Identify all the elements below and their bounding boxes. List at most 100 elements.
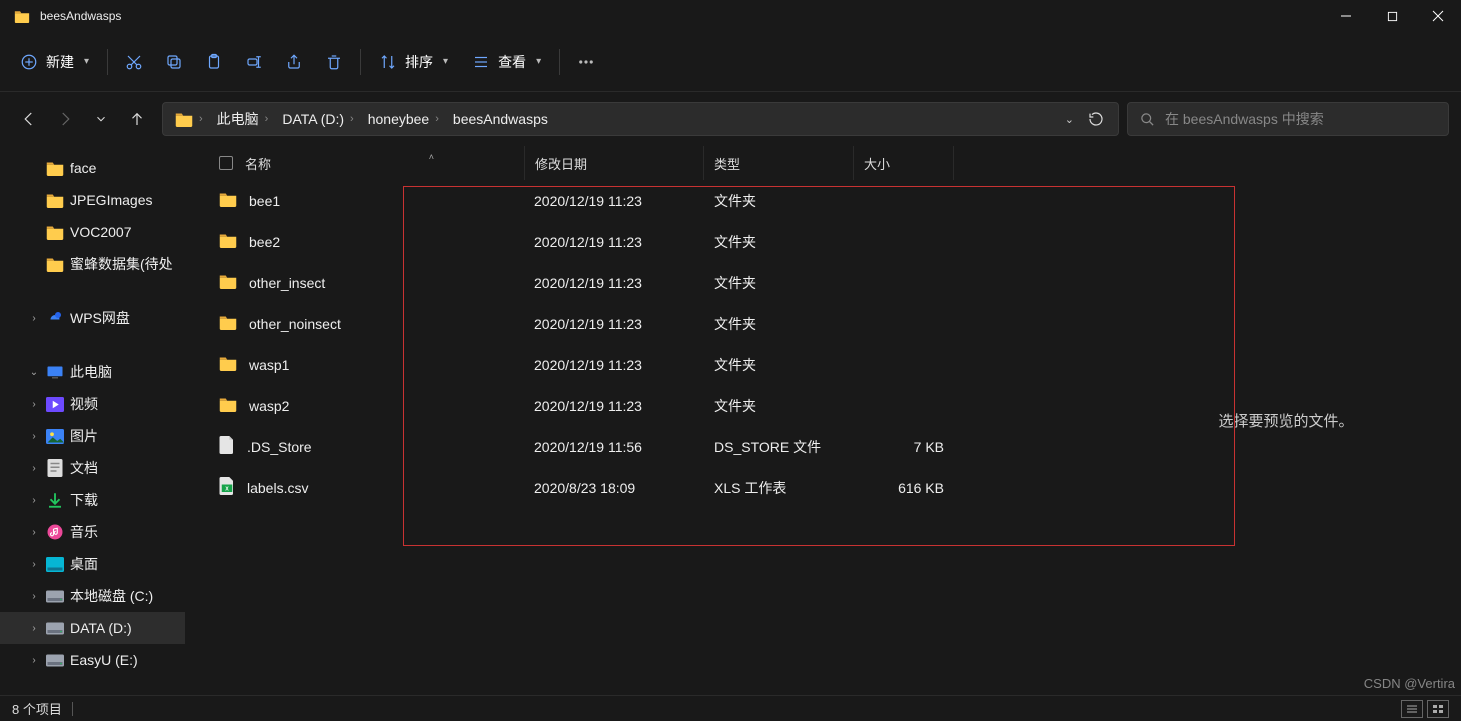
sort-indicator-icon: ˄ xyxy=(429,152,434,162)
file-date: 2020/12/19 11:23 xyxy=(524,234,704,250)
sidebar-item[interactable]: ›DATA (D:) xyxy=(0,612,185,644)
file-type: 文件夹 xyxy=(704,396,854,416)
cut-icon[interactable] xyxy=(114,42,154,82)
file-name: bee1 xyxy=(249,193,280,209)
file-name: .DS_Store xyxy=(247,439,312,455)
file-type: DS_STORE 文件 xyxy=(704,437,854,457)
sidebar-item[interactable]: ⌄此电脑 xyxy=(0,356,185,388)
sidebar-item[interactable]: face xyxy=(0,152,185,184)
file-row[interactable]: other_noinsect2020/12/19 11:23文件夹 xyxy=(185,303,1111,344)
pic-icon xyxy=(46,427,64,445)
sort-label: 排序 xyxy=(405,52,433,72)
sidebar[interactable]: faceJPEGImagesVOC2007蜜蜂数据集(待处›WPS网盘⌄此电脑›… xyxy=(0,146,185,695)
file-row[interactable]: Xlabels.csv2020/8/23 18:09XLS 工作表616 KB xyxy=(185,467,1111,508)
search-input[interactable]: 在 beesAndwasps 中搜索 xyxy=(1127,102,1449,136)
sidebar-item[interactable]: ›下载 xyxy=(0,484,185,516)
sidebar-item-label: 桌面 xyxy=(70,554,98,574)
new-label: 新建 xyxy=(46,52,74,72)
chevron-down-icon[interactable]: ⌄ xyxy=(1065,113,1074,126)
sidebar-item[interactable]: ›图片 xyxy=(0,420,185,452)
file-row[interactable]: .DS_Store 2020/12/19 11:56DS_STORE 文件7 KB xyxy=(185,426,1111,467)
column-date[interactable]: 修改日期 xyxy=(524,146,704,180)
video-icon xyxy=(46,395,64,413)
folder-icon xyxy=(46,191,64,209)
sidebar-item-label: 蜜蜂数据集(待处 xyxy=(70,254,173,274)
up-button[interactable] xyxy=(120,102,154,136)
breadcrumb-seg[interactable]: honeybee› xyxy=(362,103,447,135)
sidebar-item[interactable]: VOC2007 xyxy=(0,216,185,248)
chevron-down-icon: ▾ xyxy=(536,56,541,67)
breadcrumb-seg[interactable]: 此电脑› xyxy=(211,103,277,135)
divider xyxy=(107,49,108,75)
folder-icon xyxy=(219,397,237,415)
file-date: 2020/12/19 11:23 xyxy=(524,193,704,209)
share-icon[interactable] xyxy=(274,42,314,82)
file-row[interactable]: wasp22020/12/19 11:23文件夹 xyxy=(185,385,1111,426)
desk-icon xyxy=(46,555,64,573)
sidebar-item[interactable]: ›本地磁盘 (C:) xyxy=(0,580,185,612)
back-button[interactable] xyxy=(12,102,46,136)
drive-icon xyxy=(46,619,64,637)
file-date: 2020/12/19 11:23 xyxy=(524,316,704,332)
file-row[interactable]: other_insect2020/12/19 11:23文件夹 xyxy=(185,262,1111,303)
sidebar-item[interactable]: ›音乐 xyxy=(0,516,185,548)
paste-icon[interactable] xyxy=(194,42,234,82)
address-bar[interactable]: › 此电脑› DATA (D:)› honeybee› beesAndwasps… xyxy=(162,102,1119,136)
close-button[interactable] xyxy=(1415,0,1461,32)
icons-view-button[interactable] xyxy=(1427,700,1449,718)
folder-icon xyxy=(219,233,237,251)
sidebar-item-label: 视频 xyxy=(70,394,98,414)
sidebar-item[interactable]: ›EasyU (E:) xyxy=(0,644,185,676)
file-row[interactable]: wasp12020/12/19 11:23文件夹 xyxy=(185,344,1111,385)
sidebar-item[interactable]: ›桌面 xyxy=(0,548,185,580)
breadcrumb-root[interactable]: › xyxy=(169,103,211,135)
refresh-icon[interactable] xyxy=(1088,111,1104,127)
minimize-button[interactable] xyxy=(1323,0,1369,32)
forward-button[interactable] xyxy=(48,102,82,136)
breadcrumb-seg[interactable]: beesAndwasps xyxy=(447,103,554,135)
recent-button[interactable] xyxy=(84,102,118,136)
file-date: 2020/8/23 18:09 xyxy=(524,480,704,496)
sidebar-item[interactable]: ›视频 xyxy=(0,388,185,420)
window-title: beesAndwasps xyxy=(40,9,121,23)
file-name: bee2 xyxy=(249,234,280,250)
sidebar-item[interactable]: ›WPS网盘 xyxy=(0,302,185,334)
file-date: 2020/12/19 11:56 xyxy=(524,439,704,455)
new-button[interactable]: 新建 ▾ xyxy=(8,46,101,78)
file-row[interactable]: bee12020/12/19 11:23文件夹 xyxy=(185,180,1111,221)
file-row[interactable]: bee2 2020/12/19 11:23文件夹 xyxy=(185,221,1111,262)
svg-text:X: X xyxy=(225,487,229,493)
file-list: 名称 ˄ 修改日期 类型 大小 bee12020/12/19 11:23文件夹b… xyxy=(185,146,1111,695)
search-placeholder: 在 beesAndwasps 中搜索 xyxy=(1165,109,1324,129)
file-name: labels.csv xyxy=(247,480,308,496)
column-size[interactable]: 大小 xyxy=(854,146,954,180)
details-view-button[interactable] xyxy=(1401,700,1423,718)
sidebar-item[interactable]: JPEGImages xyxy=(0,184,185,216)
folder-icon xyxy=(46,159,64,177)
column-name[interactable]: 名称 ˄ xyxy=(209,146,524,180)
more-icon[interactable] xyxy=(566,42,606,82)
sidebar-item[interactable]: 蜜蜂数据集(待处 xyxy=(0,248,185,280)
sidebar-item-label: 图片 xyxy=(70,426,98,446)
sidebar-item-label: DATA (D:) xyxy=(70,620,132,636)
preview-empty-text: 选择要预览的文件。 xyxy=(1218,410,1353,431)
divider xyxy=(559,49,560,75)
file-type: 文件夹 xyxy=(704,232,854,252)
select-all-checkbox[interactable] xyxy=(219,156,233,170)
file-size: 7 KB xyxy=(854,439,954,455)
sidebar-item-label: VOC2007 xyxy=(70,224,131,240)
sidebar-item-label: WPS网盘 xyxy=(70,308,130,328)
column-type[interactable]: 类型 xyxy=(704,146,854,180)
maximize-button[interactable] xyxy=(1369,0,1415,32)
view-button[interactable]: 查看 ▾ xyxy=(460,46,553,78)
folder-icon xyxy=(219,315,237,333)
delete-icon[interactable] xyxy=(314,42,354,82)
dl-icon xyxy=(46,491,64,509)
sidebar-item[interactable]: ›文档 xyxy=(0,452,185,484)
sidebar-item-label: 文档 xyxy=(70,458,98,478)
window-folder-icon xyxy=(14,10,30,23)
copy-icon[interactable] xyxy=(154,42,194,82)
sort-button[interactable]: 排序 ▾ xyxy=(367,46,460,78)
breadcrumb-seg[interactable]: DATA (D:)› xyxy=(276,103,361,135)
rename-icon[interactable] xyxy=(234,42,274,82)
